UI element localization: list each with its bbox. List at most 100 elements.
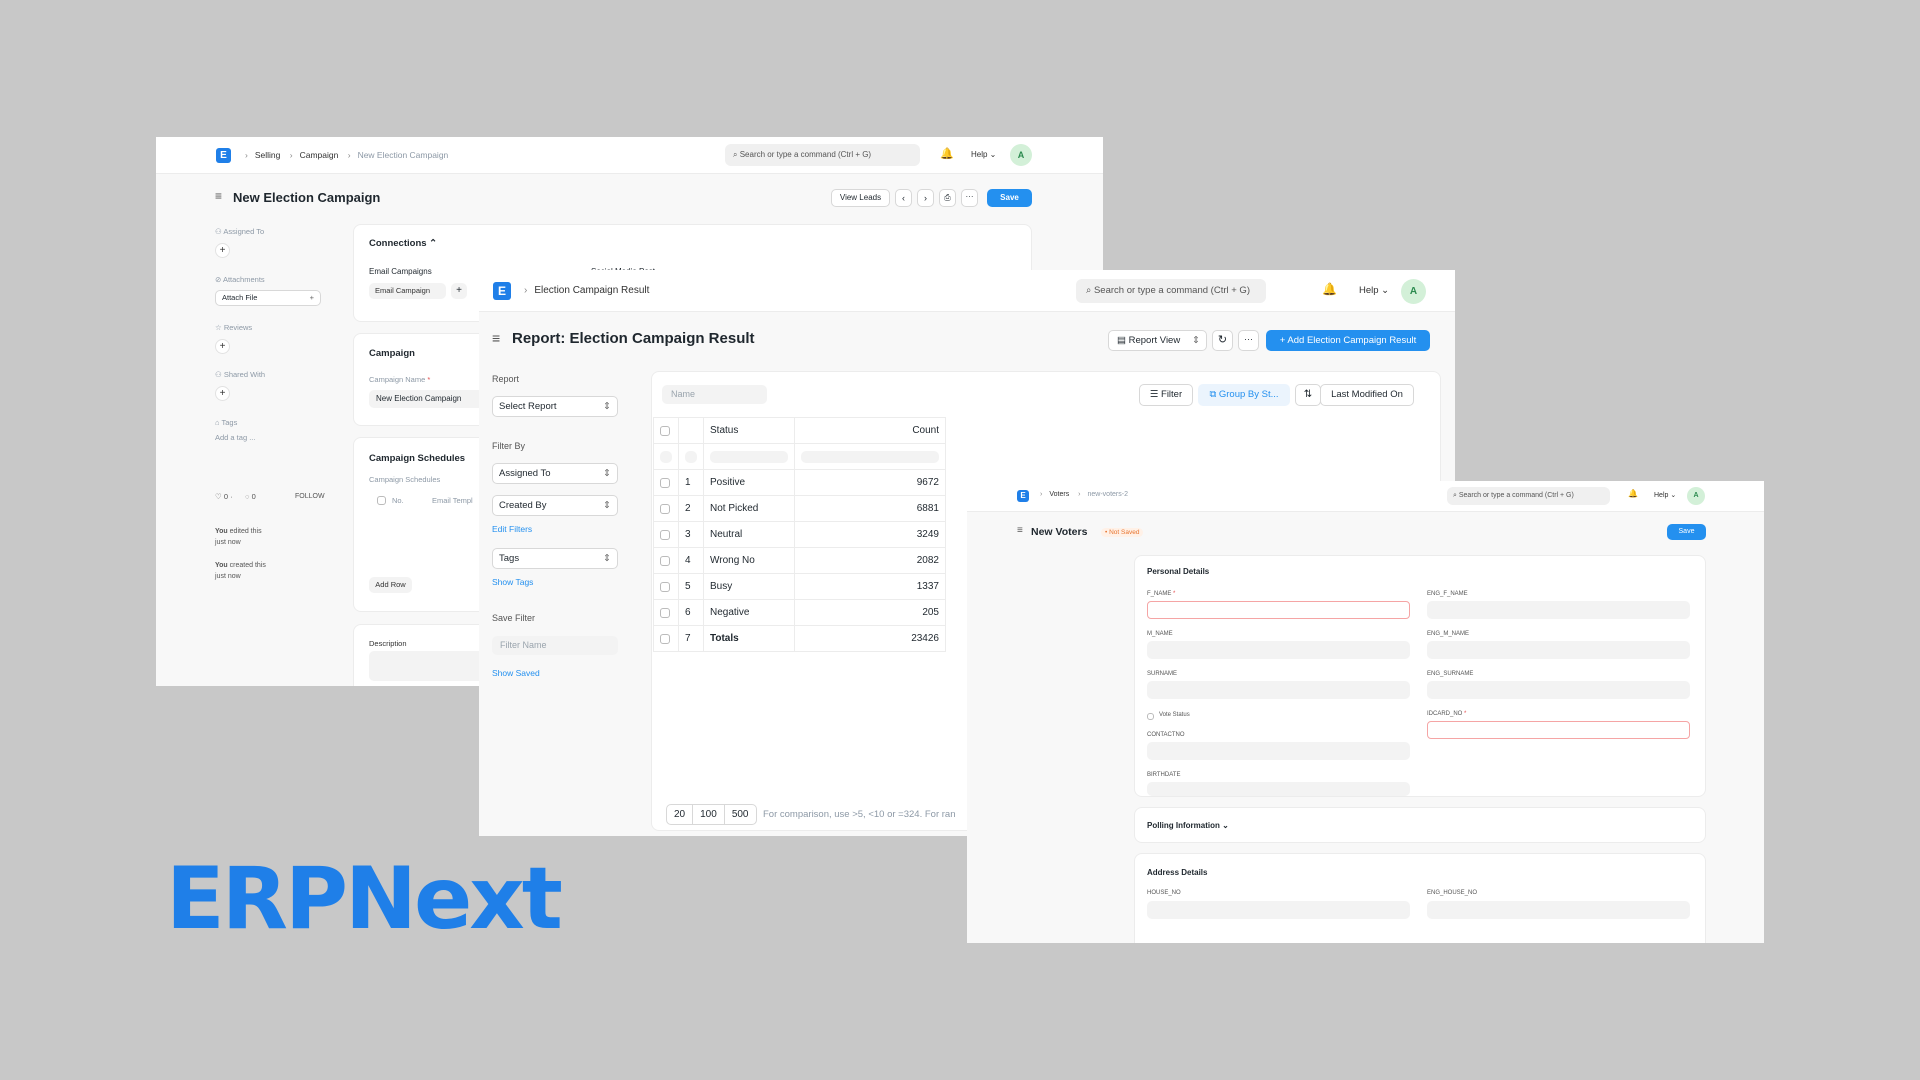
show-tags-link[interactable]: Show Tags [492, 577, 533, 587]
breadcrumb-current[interactable]: Election Campaign Result [534, 285, 649, 296]
connections-title[interactable]: Connections ⌃ [369, 238, 437, 249]
created-by-filter[interactable]: Created By ⇕ [492, 495, 618, 516]
filter-cell[interactable] [660, 450, 672, 463]
avatar[interactable]: A [1010, 144, 1032, 166]
menu-icon[interactable]: ≡ [492, 330, 500, 346]
eng-f-name-input[interactable] [1427, 601, 1690, 619]
idcard-no-input[interactable] [1427, 721, 1690, 739]
filter-button[interactable]: ☰ Filter [1139, 384, 1193, 406]
breadcrumb-voters[interactable]: Voters [1049, 491, 1069, 498]
count-filter-input[interactable] [801, 450, 939, 463]
page-length-100[interactable]: 100 [693, 805, 725, 824]
filter-name-input[interactable]: Filter Name [492, 636, 618, 655]
breadcrumb-selling[interactable]: Selling [255, 150, 281, 160]
status-filter-input[interactable] [710, 450, 788, 463]
eng-house-no-input[interactable] [1427, 901, 1690, 919]
avatar[interactable]: A [1687, 487, 1705, 505]
show-saved-link[interactable]: Show Saved [492, 668, 540, 678]
contact-no-input[interactable] [1147, 742, 1410, 760]
breadcrumb-campaign[interactable]: Campaign [300, 150, 339, 160]
house-no-input[interactable] [1147, 901, 1410, 919]
report-view-select[interactable]: ▤ Report View ⇕ [1108, 330, 1207, 351]
table-row[interactable]: 5 Busy 1337 [653, 573, 946, 600]
vote-status-checkbox[interactable] [1147, 713, 1154, 720]
assigned-to-filter[interactable]: Assigned To ⇕ [492, 463, 618, 484]
add-share-button[interactable]: + [215, 386, 230, 401]
menu-icon[interactable]: ≡ [1017, 525, 1023, 536]
row-checkbox[interactable] [660, 503, 670, 514]
add-review-button[interactable]: + [215, 339, 230, 354]
page-length-20[interactable]: 20 [667, 805, 694, 824]
row-checkbox[interactable] [660, 607, 670, 618]
select-all-checkbox[interactable] [377, 496, 386, 505]
avatar[interactable]: A [1401, 279, 1426, 304]
attach-file-button[interactable]: Attach File + [215, 290, 321, 306]
group-by-button[interactable]: ⧉ Group By St... [1198, 384, 1290, 406]
table-row[interactable]: 6 Negative 205 [653, 599, 946, 626]
select-all-checkbox[interactable] [660, 425, 670, 436]
eng-m-name-input[interactable] [1427, 641, 1690, 659]
f-name-input[interactable] [1147, 601, 1410, 619]
app-logo[interactable]: E [493, 282, 511, 300]
row-checkbox[interactable] [660, 555, 670, 566]
row-checkbox[interactable] [660, 633, 670, 644]
add-assignee-button[interactable]: + [215, 243, 230, 258]
sort-by-button[interactable]: Last Modified On [1320, 384, 1414, 406]
eng-surname-input[interactable] [1427, 681, 1690, 699]
count-header[interactable]: Count [794, 417, 946, 444]
search-input[interactable]: ⌕ Search or type a command (Ctrl + G) [1447, 487, 1610, 505]
polling-information-title[interactable]: Polling Information ⌄ [1147, 821, 1229, 830]
comments-count[interactable]: ◌ 0 [245, 492, 256, 501]
prev-button[interactable]: ‹ [895, 189, 912, 207]
table-row[interactable]: 4 Wrong No 2082 [653, 547, 946, 574]
m-name-input[interactable] [1147, 641, 1410, 659]
refresh-button[interactable]: ↻ [1212, 330, 1233, 351]
add-row-button[interactable]: Add Row [369, 577, 412, 593]
edit-filters-link[interactable]: Edit Filters [492, 524, 532, 534]
polling-information-card[interactable]: Polling Information ⌄ [1134, 807, 1706, 843]
surname-input[interactable] [1147, 681, 1410, 699]
search-input[interactable]: ⌕ Search or type a command (Ctrl + G) [1076, 279, 1266, 303]
help-menu[interactable]: Help ⌄ [1359, 285, 1389, 296]
help-menu[interactable]: Help ⌄ [1654, 491, 1676, 499]
email-campaign-link[interactable]: Email Campaign [369, 283, 446, 299]
col-email-header: Email Templ [432, 496, 473, 505]
add-election-campaign-result-button[interactable]: + Add Election Campaign Result [1266, 330, 1430, 351]
page-length-500[interactable]: 500 [725, 805, 756, 824]
row-checkbox[interactable] [660, 581, 670, 592]
save-button[interactable]: Save [1667, 524, 1706, 540]
name-filter-input[interactable]: Name [662, 385, 767, 404]
add-email-campaign-button[interactable]: + [451, 283, 467, 299]
sort-order-button[interactable]: ⇅ [1295, 384, 1321, 406]
save-button[interactable]: Save [987, 189, 1032, 207]
count-cell: 6881 [794, 495, 946, 522]
add-tag-link[interactable]: Add a tag ... [215, 433, 255, 442]
select-report[interactable]: Select Report ⇕ [492, 396, 618, 417]
app-logo[interactable]: E [1017, 490, 1029, 502]
table-row[interactable]: 2 Not Picked 6881 [653, 495, 946, 522]
tags-filter[interactable]: Tags ⇕ [492, 548, 618, 569]
bell-icon[interactable]: 🔔 [1628, 489, 1638, 498]
more-button[interactable]: ··· [961, 189, 978, 207]
bell-icon[interactable]: 🔔 [1322, 282, 1337, 296]
row-checkbox[interactable] [660, 477, 670, 488]
bell-icon[interactable]: 🔔 [940, 147, 954, 160]
table-row[interactable]: 3 Neutral 3249 [653, 521, 946, 548]
view-leads-button[interactable]: View Leads [831, 189, 890, 207]
menu-icon[interactable]: ≡ [215, 189, 222, 203]
filter-cell[interactable] [685, 450, 697, 463]
help-menu[interactable]: Help ⌄ [971, 150, 996, 159]
more-button[interactable]: ··· [1238, 330, 1259, 351]
app-logo[interactable]: E [216, 148, 231, 163]
birthdate-input[interactable] [1147, 782, 1410, 796]
follow-button[interactable]: FOLLOW [295, 493, 325, 500]
next-button[interactable]: › [917, 189, 934, 207]
totals-row[interactable]: 7 Totals 23426 [653, 625, 946, 652]
table-row[interactable]: 1 Positive 9672 [653, 469, 946, 496]
search-input[interactable]: ⌕ Search or type a command (Ctrl + G) [725, 144, 920, 166]
status-header[interactable]: Status [703, 417, 795, 444]
row-checkbox[interactable] [660, 529, 670, 540]
print-button[interactable]: ⎙ [939, 189, 956, 207]
status-cell: Neutral [703, 521, 795, 548]
likes-count[interactable]: ♡ 0 · [215, 492, 233, 501]
